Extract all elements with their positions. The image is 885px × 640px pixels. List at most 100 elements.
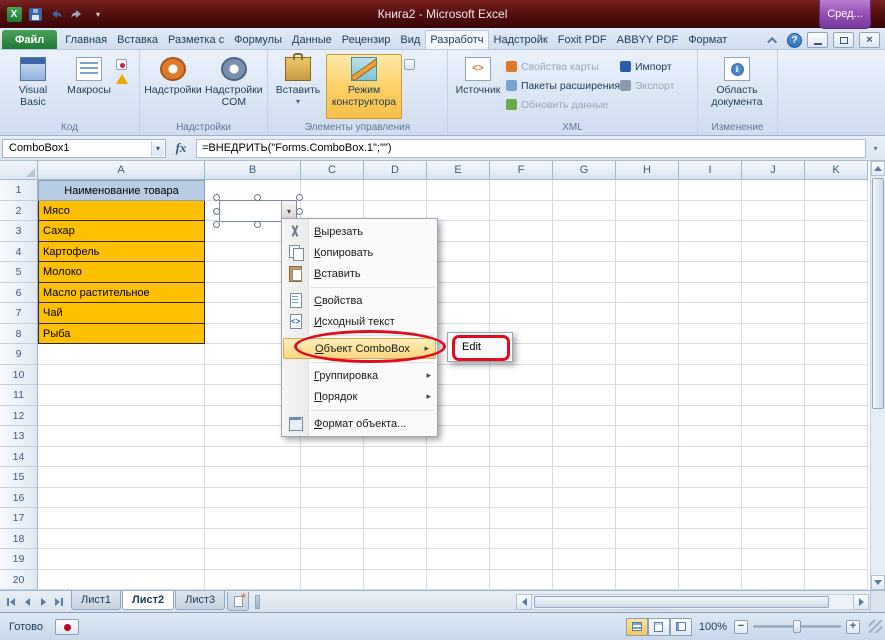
cell[interactable]: Рыба bbox=[38, 324, 205, 345]
cell[interactable] bbox=[553, 365, 616, 386]
cell[interactable] bbox=[553, 447, 616, 468]
column-header[interactable]: K bbox=[805, 161, 868, 180]
cell[interactable] bbox=[742, 344, 805, 365]
cell[interactable] bbox=[553, 324, 616, 345]
row-header[interactable]: 10 bbox=[0, 365, 38, 386]
xml-source-button[interactable]: <> Источник bbox=[452, 54, 504, 119]
name-box[interactable]: ComboBox1 ▾ bbox=[2, 139, 166, 158]
formula-input[interactable]: =ВНЕДРИТЬ("Forms.ComboBox.1";"") bbox=[196, 139, 866, 158]
cell[interactable] bbox=[38, 549, 205, 570]
cell[interactable] bbox=[205, 488, 301, 509]
row-header[interactable]: 1 bbox=[0, 180, 38, 201]
cell[interactable] bbox=[679, 344, 742, 365]
cell[interactable]: Сахар bbox=[38, 221, 205, 242]
cell[interactable] bbox=[427, 508, 490, 529]
row-header[interactable]: 15 bbox=[0, 467, 38, 488]
cell[interactable] bbox=[38, 488, 205, 509]
menu-item[interactable]: Порядок▸ bbox=[282, 386, 437, 407]
cell[interactable] bbox=[553, 570, 616, 591]
cell[interactable] bbox=[742, 570, 805, 591]
record-macro-status-button[interactable] bbox=[55, 619, 79, 635]
cell[interactable] bbox=[364, 467, 427, 488]
cell[interactable] bbox=[301, 508, 364, 529]
row-header[interactable]: 2 bbox=[0, 201, 38, 222]
row-header[interactable]: 17 bbox=[0, 508, 38, 529]
cell[interactable] bbox=[616, 549, 679, 570]
cell[interactable] bbox=[805, 180, 868, 201]
cell[interactable] bbox=[205, 570, 301, 591]
sheet-tab[interactable]: Лист3 bbox=[175, 591, 225, 610]
vertical-scrollbar[interactable] bbox=[870, 161, 885, 590]
cell[interactable] bbox=[679, 365, 742, 386]
cell[interactable] bbox=[364, 488, 427, 509]
row-header[interactable]: 13 bbox=[0, 426, 38, 447]
cell[interactable]: Масло растительное bbox=[38, 283, 205, 304]
cell[interactable] bbox=[616, 303, 679, 324]
cell[interactable] bbox=[805, 262, 868, 283]
cell[interactable] bbox=[490, 180, 553, 201]
cell[interactable] bbox=[490, 570, 553, 591]
resize-handle[interactable] bbox=[296, 208, 303, 215]
cell[interactable] bbox=[553, 426, 616, 447]
column-header[interactable]: D bbox=[364, 161, 427, 180]
cell[interactable] bbox=[805, 529, 868, 550]
macro-security-icon[interactable] bbox=[116, 74, 128, 84]
cell[interactable] bbox=[427, 447, 490, 468]
cell[interactable] bbox=[679, 242, 742, 263]
cell[interactable] bbox=[553, 242, 616, 263]
cell[interactable] bbox=[616, 488, 679, 509]
page-break-view-button[interactable] bbox=[670, 618, 692, 636]
menu-item[interactable]: Объект ComboBox▸ bbox=[283, 338, 436, 359]
cell[interactable] bbox=[490, 508, 553, 529]
column-header[interactable]: I bbox=[679, 161, 742, 180]
cell[interactable] bbox=[301, 180, 364, 201]
scroll-up-button[interactable] bbox=[871, 161, 885, 176]
cell[interactable] bbox=[616, 242, 679, 263]
cell[interactable] bbox=[679, 262, 742, 283]
cell[interactable] bbox=[553, 283, 616, 304]
ribbon-tab[interactable]: Рецензир bbox=[337, 30, 396, 49]
row-header[interactable]: 4 bbox=[0, 242, 38, 263]
sheet-tab[interactable]: Лист2 bbox=[122, 591, 174, 610]
cell[interactable] bbox=[38, 447, 205, 468]
column-header[interactable]: E bbox=[427, 161, 490, 180]
cell[interactable] bbox=[364, 549, 427, 570]
menu-item[interactable]: Исходный текст bbox=[282, 311, 437, 332]
cell[interactable]: Молоко bbox=[38, 262, 205, 283]
cell[interactable] bbox=[742, 508, 805, 529]
cell[interactable] bbox=[301, 467, 364, 488]
cell[interactable] bbox=[490, 529, 553, 550]
cell[interactable] bbox=[742, 365, 805, 386]
row-header[interactable]: 5 bbox=[0, 262, 38, 283]
menu-item[interactable]: Свойства bbox=[282, 290, 437, 311]
cell[interactable] bbox=[616, 406, 679, 427]
cell[interactable] bbox=[301, 529, 364, 550]
cell[interactable] bbox=[616, 508, 679, 529]
cell[interactable] bbox=[805, 324, 868, 345]
row-header[interactable]: 6 bbox=[0, 283, 38, 304]
name-box-dropdown-icon[interactable]: ▾ bbox=[151, 141, 164, 156]
cell[interactable] bbox=[490, 303, 553, 324]
refresh-data-button[interactable]: Обновить данные bbox=[506, 97, 618, 112]
cell[interactable] bbox=[553, 180, 616, 201]
cell[interactable] bbox=[301, 447, 364, 468]
horizontal-scrollbar[interactable] bbox=[516, 594, 869, 610]
tab-file[interactable]: Файл bbox=[2, 30, 57, 49]
capture-tool-button[interactable]: Сред... bbox=[819, 0, 871, 29]
cell[interactable] bbox=[553, 488, 616, 509]
restore-window-button[interactable] bbox=[833, 32, 854, 48]
column-header[interactable]: F bbox=[490, 161, 553, 180]
cell[interactable] bbox=[679, 467, 742, 488]
resize-handle[interactable] bbox=[254, 221, 261, 228]
export-button[interactable]: Экспорт bbox=[620, 78, 684, 93]
undo-button[interactable] bbox=[47, 5, 65, 23]
cell[interactable] bbox=[616, 201, 679, 222]
cell[interactable] bbox=[427, 549, 490, 570]
cell[interactable] bbox=[742, 180, 805, 201]
cell[interactable] bbox=[805, 221, 868, 242]
cell[interactable] bbox=[553, 406, 616, 427]
cell[interactable] bbox=[38, 508, 205, 529]
row-header[interactable]: 14 bbox=[0, 447, 38, 468]
cell[interactable] bbox=[616, 365, 679, 386]
scroll-left-button[interactable] bbox=[516, 594, 532, 610]
